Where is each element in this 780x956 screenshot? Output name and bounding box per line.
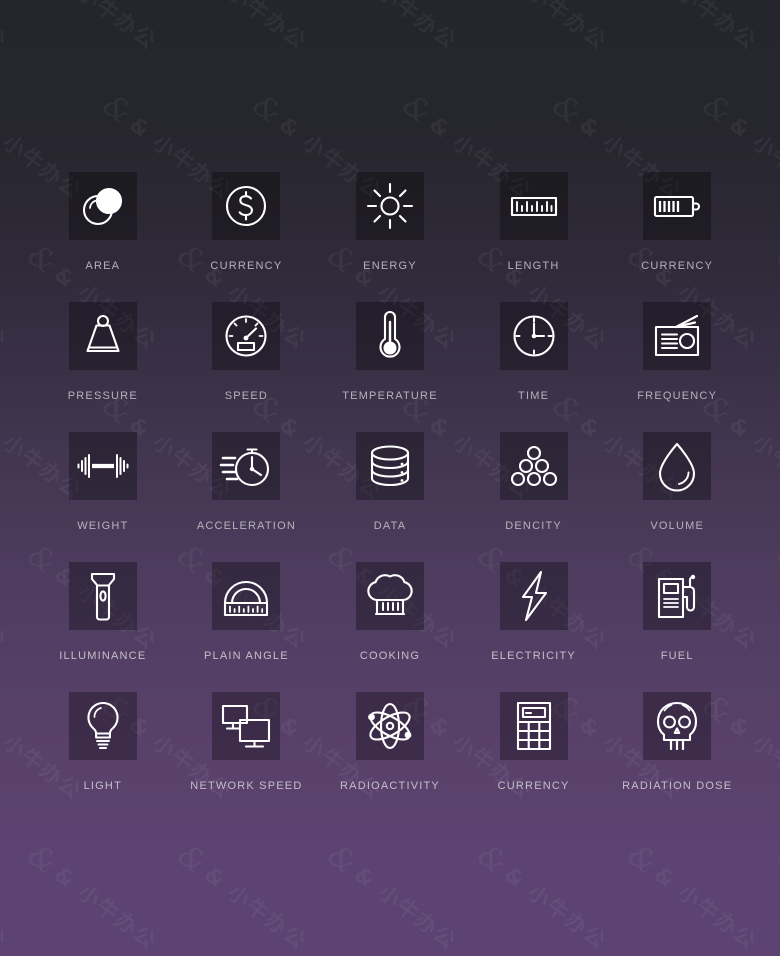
lightning-bolt-icon[interactable]: [499, 562, 568, 630]
icon-cell[interactable]: AREA: [31, 152, 175, 282]
icon-label: FREQUENCY: [637, 390, 718, 402]
clock-icon[interactable]: [499, 302, 568, 370]
icon-cell[interactable]: CURRENCY: [605, 152, 749, 282]
stopwatch-motion-icon[interactable]: [212, 432, 281, 500]
watermark-text: && 小牛办公: [0, 862, 12, 955]
chef-hat-icon[interactable]: [355, 562, 424, 630]
two-monitors-icon[interactable]: [212, 692, 281, 760]
watermark-text: && 小牛办公: [199, 0, 312, 55]
overlapping-circles-icon[interactable]: [68, 172, 137, 240]
icon-label: CURRENCY: [641, 260, 714, 272]
icon-label: PRESSURE: [67, 390, 138, 402]
icon-cell[interactable]: CURRENCY: [175, 152, 319, 282]
icon-cell[interactable]: DENCITY: [462, 412, 606, 542]
icon-label: ILLUMINANCE: [59, 650, 147, 662]
icon-cell[interactable]: FREQUENCY: [605, 282, 749, 412]
icon-label: SPEED: [224, 390, 269, 402]
icon-label: TIME: [518, 390, 550, 402]
fuel-pump-icon[interactable]: [643, 562, 712, 630]
protractor-icon[interactable]: [212, 562, 281, 630]
light-bulb-icon[interactable]: [68, 692, 137, 760]
icon-cell[interactable]: DATA: [318, 412, 462, 542]
watermark-text: && 小牛办公: [320, 837, 462, 955]
watermark-text: && 小牛办公: [649, 0, 762, 55]
icon-label: COOKING: [359, 650, 421, 662]
watermark-text: && 小牛办公: [20, 837, 162, 955]
icon-cell[interactable]: LIGHT: [31, 672, 175, 802]
icon-label: TEMPERATURE: [342, 390, 438, 402]
icon-cell[interactable]: PRESSURE: [31, 282, 175, 412]
icon-grid: AREA CURRENCY ENERGY LENGTH CURRENCY PRE…: [0, 152, 780, 802]
icon-cell[interactable]: LENGTH: [462, 152, 606, 282]
flashlight-icon[interactable]: [68, 562, 137, 630]
watermark-text: && 小牛办公: [772, 0, 780, 57]
icon-label: DATA: [373, 520, 407, 532]
watermark-text: && 小牛办公: [620, 837, 762, 955]
watermark-text: && 小牛办公: [770, 837, 780, 883]
icon-cell[interactable]: CURRENCY: [462, 672, 606, 802]
icon-label: PLAIN ANGLE: [204, 650, 289, 662]
icon-label: CURRENCY: [210, 260, 283, 272]
database-icon[interactable]: [355, 432, 424, 500]
icon-label: LIGHT: [83, 780, 122, 792]
watermark-text: && 小牛办公: [0, 0, 12, 55]
icon-cell[interactable]: RADIATION DOSE: [605, 672, 749, 802]
atom-icon[interactable]: [355, 692, 424, 760]
icon-cell[interactable]: VOLUME: [605, 412, 749, 542]
icon-cell[interactable]: SPEED: [175, 282, 319, 412]
icon-cell[interactable]: ILLUMINANCE: [31, 542, 175, 672]
icon-label: ENERGY: [363, 260, 417, 272]
icon-label: ELECTRICITY: [491, 650, 576, 662]
icon-cell[interactable]: NETWORK SPEED: [175, 672, 319, 802]
icon-cell[interactable]: ENERGY: [318, 152, 462, 282]
icon-label: DENCITY: [505, 520, 562, 532]
icon-cell[interactable]: ACCELERATION: [175, 412, 319, 542]
speedometer-icon[interactable]: [212, 302, 281, 370]
icon-label: VOLUME: [650, 520, 705, 532]
dumbbell-icon[interactable]: [68, 432, 137, 500]
calculator-icon[interactable]: [499, 692, 568, 760]
icon-cell[interactable]: WEIGHT: [31, 412, 175, 542]
watermark-text: && 小牛办公: [170, 837, 312, 955]
ruler-icon[interactable]: [499, 172, 568, 240]
radio-icon[interactable]: [643, 302, 712, 370]
stacked-circles-icon[interactable]: [499, 432, 568, 500]
icon-cell[interactable]: PLAIN ANGLE: [175, 542, 319, 672]
icon-label: AREA: [85, 260, 121, 272]
icon-label: CURRENCY: [497, 780, 570, 792]
icon-cell[interactable]: ELECTRICITY: [462, 542, 606, 672]
thermometer-icon[interactable]: [355, 302, 424, 370]
skull-icon[interactable]: [643, 692, 712, 760]
icon-label: FUEL: [660, 650, 694, 662]
watermark-text: && 小牛办公: [49, 0, 162, 55]
icon-cell[interactable]: TIME: [462, 282, 606, 412]
sun-icon[interactable]: [355, 172, 424, 240]
icon-cell[interactable]: COOKING: [318, 542, 462, 672]
icon-label: RADIOACTIVITY: [340, 780, 440, 792]
dollar-coin-icon[interactable]: [212, 172, 281, 240]
watermark-text: && 小牛办公: [349, 0, 462, 55]
icon-cell[interactable]: FUEL: [605, 542, 749, 672]
watermark-text: && 小牛办公: [499, 0, 612, 55]
icon-label: WEIGHT: [77, 520, 129, 532]
icon-label: NETWORK SPEED: [190, 780, 303, 792]
weight-block-icon[interactable]: [68, 302, 137, 370]
watermark-text: && 小牛办公: [470, 837, 612, 955]
water-drop-icon[interactable]: [643, 432, 712, 500]
icon-label: LENGTH: [507, 260, 560, 272]
icon-cell[interactable]: RADIOACTIVITY: [318, 672, 462, 802]
icon-set-canvas: && 小牛办公&& 小牛办公&& 小牛办公&& 小牛办公&& 小牛办公&& 小牛…: [0, 0, 780, 956]
icon-label: RADIATION DOSE: [622, 780, 733, 792]
icon-cell[interactable]: TEMPERATURE: [318, 282, 462, 412]
icon-label: ACCELERATION: [196, 520, 296, 532]
battery-icon[interactable]: [643, 172, 712, 240]
